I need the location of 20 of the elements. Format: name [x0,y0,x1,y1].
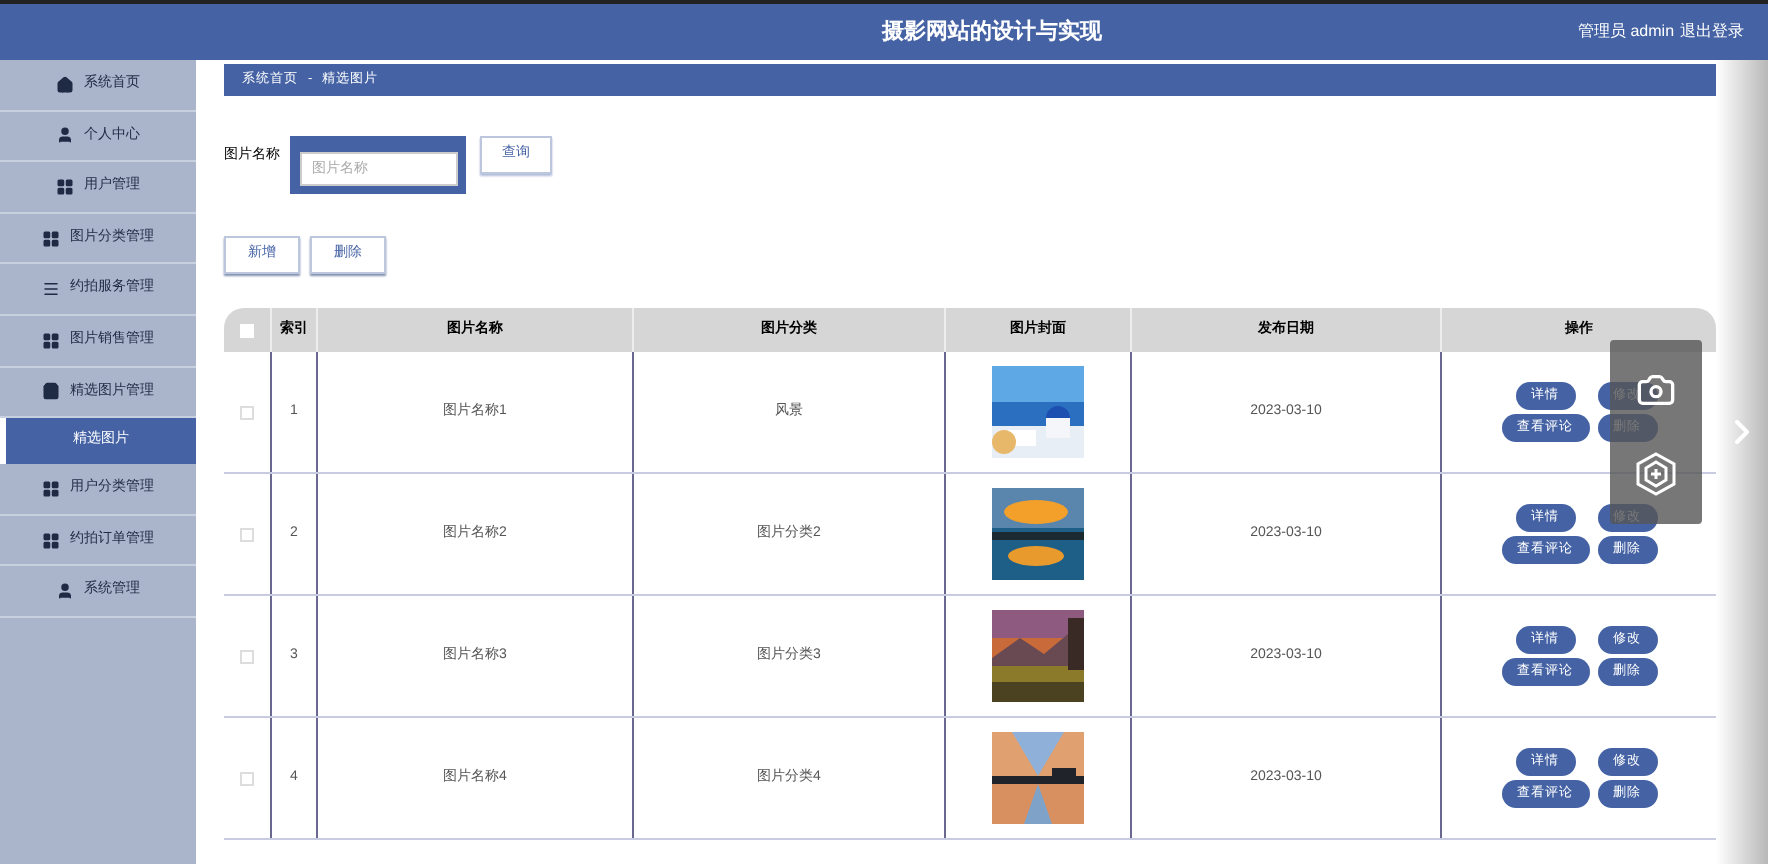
grid-icon [42,331,60,350]
bag-icon [42,382,60,401]
row-checkbox[interactable] [240,405,254,419]
list-icon [42,280,60,299]
logout-link[interactable]: 退出登录 [1680,20,1744,44]
grid-icon [42,531,60,550]
row-checkbox[interactable] [240,649,254,663]
site-title: 摄影网站的设计与实现 [882,17,1102,48]
grid-icon [42,479,60,498]
home-icon [56,75,74,94]
user-icon [56,582,74,601]
row-checkbox[interactable] [240,771,254,785]
row-checkbox[interactable] [240,527,254,541]
user-label: 管理员 admin [1578,20,1675,44]
grid-icon [42,229,60,248]
hexagon-plus-icon[interactable] [1636,451,1676,495]
select-all-checkbox[interactable] [240,323,254,337]
camera-icon[interactable] [1636,369,1676,409]
grid-icon [56,177,74,196]
user-icon [56,126,74,145]
